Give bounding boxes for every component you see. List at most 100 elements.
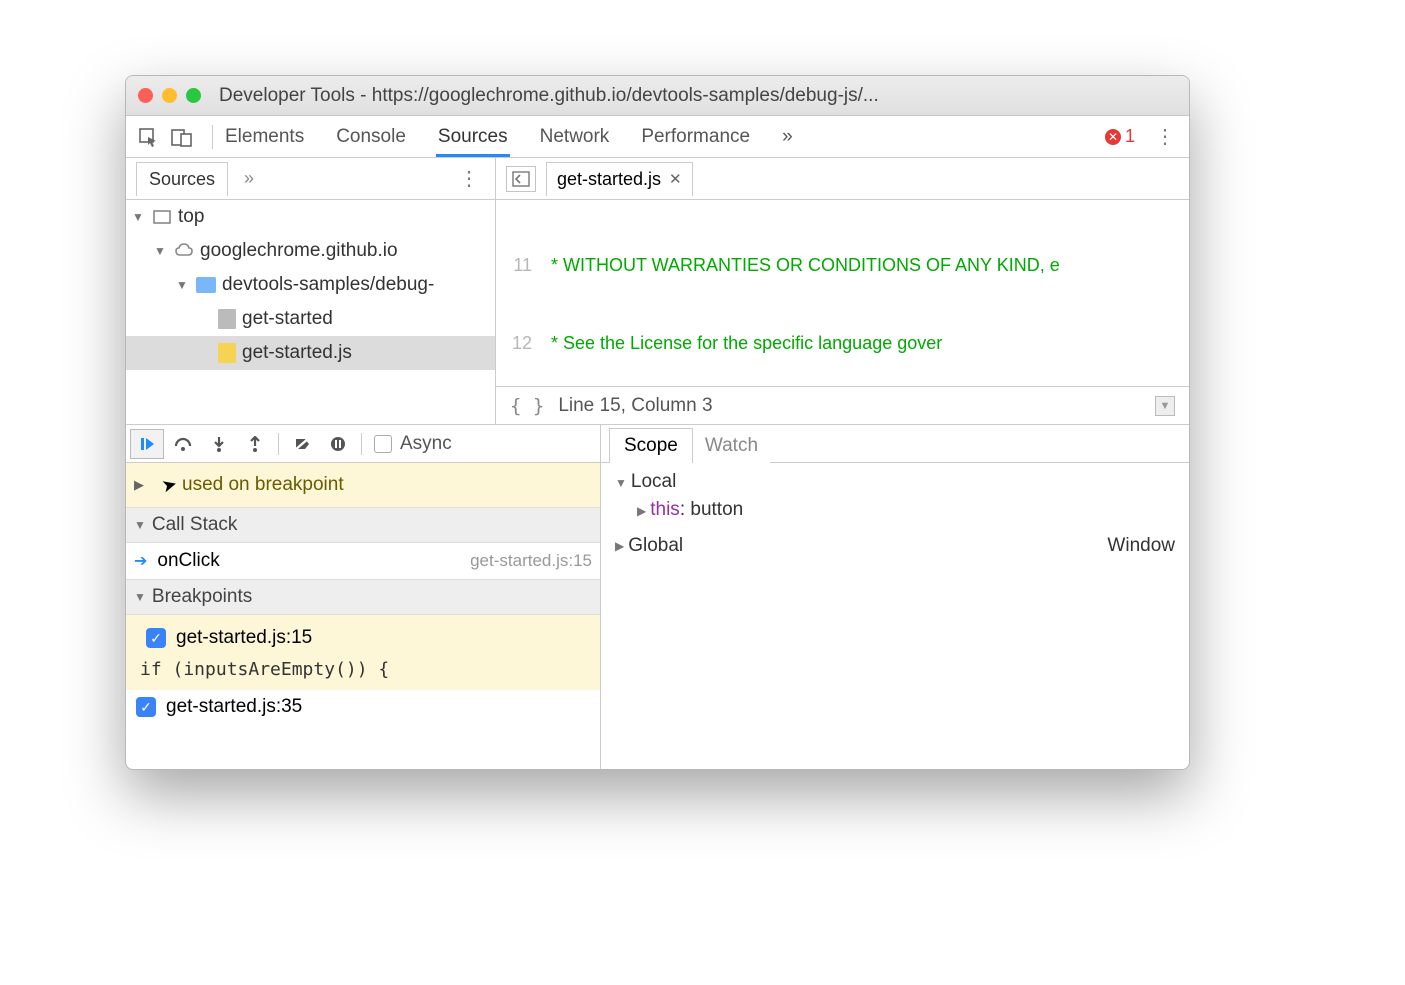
error-icon: ✕	[1105, 129, 1121, 145]
tree-node-domain[interactable]: ▼ googlechrome.github.io	[126, 234, 495, 268]
frame-name: onClick	[157, 550, 219, 572]
debug-toolbar: Async	[126, 425, 600, 463]
breakpoint-location: get-started.js:35	[166, 696, 302, 718]
editor-tab-name: get-started.js	[557, 169, 661, 190]
scope-pane: Scope Watch ▼Local ▶this: button ▶Global…	[601, 425, 1189, 769]
deactivate-breakpoints-button[interactable]	[285, 429, 319, 459]
code-editor[interactable]: 11 * WITHOUT WARRANTIES OR CONDITIONS OF…	[496, 200, 1189, 386]
expand-icon[interactable]: ▶	[615, 539, 624, 554]
tree-label: get-started	[242, 308, 333, 330]
collapse-icon[interactable]: ▼	[134, 590, 146, 604]
section-breakpoints[interactable]: ▼ Breakpoints	[126, 579, 600, 615]
nav-menu-icon[interactable]: ⋮	[453, 166, 485, 191]
traffic-lights	[138, 88, 201, 103]
editor-pane: get-started.js ✕ 11 * WITHOUT WARRANTIES…	[496, 158, 1189, 424]
section-title: Call Stack	[152, 514, 238, 536]
scope-local[interactable]: ▼ Local	[615, 471, 1175, 493]
step-out-button[interactable]	[238, 429, 272, 459]
expand-icon[interactable]: ▼	[132, 210, 146, 224]
editor-nav-icon[interactable]	[506, 166, 536, 192]
breakpoint-item[interactable]: ✓ get-started.js:15 if (inputsAreEmpty()…	[126, 615, 600, 690]
tree-node-folder[interactable]: ▼ devtools-samples/debug-	[126, 268, 495, 302]
minimize-icon[interactable]	[162, 88, 177, 103]
tab-sources[interactable]: Sources	[436, 116, 510, 157]
tab-watch[interactable]: Watch	[693, 429, 770, 463]
scope-label: Local	[631, 471, 676, 492]
js-file-icon	[218, 343, 236, 363]
pretty-print-icon[interactable]: { }	[510, 395, 544, 417]
section-call-stack[interactable]: ▼ Call Stack	[126, 507, 600, 543]
tree-node-top[interactable]: ▼ top	[126, 200, 495, 234]
breakpoint-location: get-started.js:15	[176, 627, 312, 649]
tree-label: devtools-samples/debug-	[222, 274, 434, 296]
tree-label: googlechrome.github.io	[200, 240, 398, 262]
current-frame-icon: ➔	[134, 551, 147, 571]
scope-tabs: Scope Watch	[601, 425, 1189, 463]
scope-property[interactable]: ▶this: button	[615, 499, 1175, 521]
editor-tabs: get-started.js ✕	[496, 158, 1189, 200]
section-title: Breakpoints	[152, 586, 252, 608]
prop-name: this	[650, 499, 680, 520]
collapse-icon[interactable]: ▼	[615, 476, 627, 490]
checkbox-icon[interactable]	[374, 435, 392, 453]
settings-menu-icon[interactable]: ⋮	[1149, 124, 1181, 149]
paused-banner[interactable]: ▶ ➤ used on breakpoint	[126, 463, 600, 507]
nav-tabs-overflow[interactable]: »	[244, 168, 254, 189]
frame-icon	[152, 207, 172, 227]
step-into-button[interactable]	[202, 429, 236, 459]
collapse-icon[interactable]: ▶	[134, 477, 144, 493]
close-icon[interactable]	[138, 88, 153, 103]
debugger-pane: Async ▶ ➤ used on breakpoint ▼ Call Stac…	[126, 424, 1189, 769]
tree-node-file[interactable]: get-started	[126, 302, 495, 336]
scope-body: ▼Local ▶this: button ▶Global Window	[601, 463, 1189, 565]
collapse-icon[interactable]: ▼	[134, 518, 146, 532]
coverage-toggle-icon[interactable]: ▼	[1155, 396, 1175, 416]
expand-icon[interactable]: ▼	[176, 278, 190, 292]
resume-button[interactable]	[130, 429, 164, 459]
cursor-position: Line 15, Column 3	[558, 395, 712, 417]
device-toggle-icon[interactable]	[168, 123, 196, 151]
breakpoint-item[interactable]: ✓ get-started.js:35	[126, 690, 600, 724]
editor-tab[interactable]: get-started.js ✕	[546, 162, 693, 196]
pause-exceptions-button[interactable]	[321, 429, 355, 459]
tab-scope[interactable]: Scope	[609, 428, 693, 463]
error-count: 1	[1125, 126, 1135, 147]
tab-network[interactable]: Network	[538, 116, 612, 157]
close-icon[interactable]: ✕	[669, 170, 682, 188]
call-frame[interactable]: ➔ onClick get-started.js:15	[126, 543, 600, 579]
cloud-icon	[174, 241, 194, 261]
error-indicator[interactable]: ✕ 1	[1105, 126, 1135, 147]
async-toggle[interactable]: Async	[374, 433, 452, 455]
tab-console[interactable]: Console	[334, 116, 408, 157]
expand-icon[interactable]: ▶	[637, 504, 646, 518]
tab-elements[interactable]: Elements	[223, 116, 306, 157]
navigator-tabs: Sources » ⋮	[126, 158, 495, 200]
maximize-icon[interactable]	[186, 88, 201, 103]
tabs-overflow[interactable]: »	[780, 116, 795, 157]
tab-performance[interactable]: Performance	[639, 116, 752, 157]
checkbox-checked-icon[interactable]: ✓	[146, 628, 166, 648]
checkbox-checked-icon[interactable]: ✓	[136, 697, 156, 717]
line-number[interactable]: 12	[496, 330, 542, 356]
panel-tabs: Elements Console Sources Network Perform…	[223, 116, 1105, 157]
expand-icon[interactable]: ▼	[154, 244, 168, 258]
tree-node-file-selected[interactable]: get-started.js	[126, 336, 495, 370]
frame-location: get-started.js:15	[470, 551, 592, 571]
nav-tab-sources[interactable]: Sources	[136, 162, 228, 196]
step-over-button[interactable]	[166, 429, 200, 459]
editor-status-bar: { } Line 15, Column 3 ▼	[496, 386, 1189, 424]
window-title: Developer Tools - https://googlechrome.g…	[219, 85, 879, 107]
devtools-window: Developer Tools - https://googlechrome.g…	[125, 75, 1190, 770]
scope-label: Global	[628, 535, 683, 557]
titlebar: Developer Tools - https://googlechrome.g…	[126, 76, 1189, 116]
inspect-icon[interactable]	[134, 123, 162, 151]
debug-sidebar: Async ▶ ➤ used on breakpoint ▼ Call Stac…	[126, 425, 601, 769]
file-icon	[218, 309, 236, 329]
scope-global[interactable]: ▶Global Window	[615, 535, 1175, 557]
line-number[interactable]: 11	[496, 252, 542, 278]
paused-text: used on breakpoint	[182, 474, 344, 496]
code-line: * See the License for the specific langu…	[542, 330, 1189, 356]
navigator-pane: Sources » ⋮ ▼ top ▼ googlechr	[126, 158, 496, 424]
folder-icon	[196, 277, 216, 293]
tree-label: top	[178, 206, 204, 228]
